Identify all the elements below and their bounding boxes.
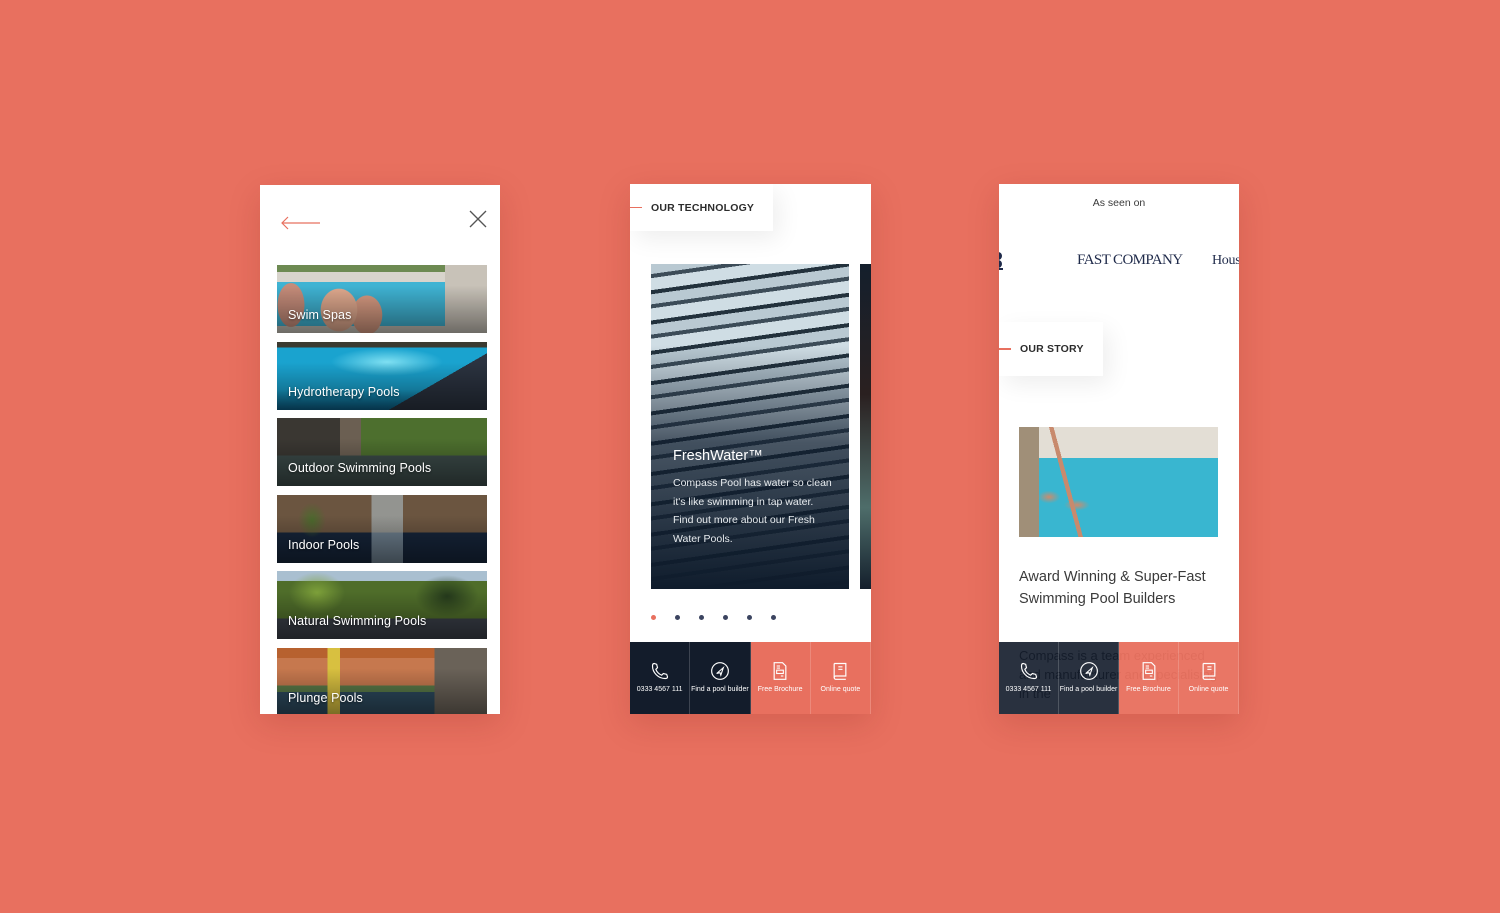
action-label: 0333 4567 111 bbox=[636, 686, 683, 694]
slide-title: FreshWater™ bbox=[673, 448, 763, 464]
accent-dash bbox=[999, 348, 1011, 350]
call-button[interactable]: 0333 4567 111 bbox=[630, 642, 691, 714]
action-label: 0333 4567 111 bbox=[1005, 686, 1052, 694]
menu-item-hydrotherapy-pools[interactable]: Hydrotherapy Pools bbox=[277, 341, 487, 410]
phone-icon bbox=[651, 663, 668, 680]
action-label: Free Brochure bbox=[1126, 686, 1171, 694]
menu-item-swim-spas[interactable]: Swim Spas bbox=[277, 265, 487, 333]
fast-company-logo: FAST COMPANY bbox=[1077, 252, 1183, 268]
carousel-slide-freshwater[interactable]: FreshWater™ Compass Pool has water so cl… bbox=[651, 264, 849, 589]
action-label: Online quote bbox=[820, 686, 861, 694]
carousel-dot-5[interactable] bbox=[747, 615, 752, 620]
action-label: Online quote bbox=[1188, 686, 1229, 694]
action-label: Free Brochure bbox=[757, 686, 803, 694]
bottom-action-bar: 0333 4567 111 Find a pool builder Free B… bbox=[630, 642, 871, 714]
find-pool-builder-button[interactable]: Find a pool builder bbox=[690, 642, 751, 714]
navigation-icon bbox=[1079, 662, 1098, 681]
carousel-pagination bbox=[651, 615, 776, 620]
section-title: OUR TECHNOLOGY bbox=[651, 201, 755, 214]
menu-item-label: Hydrotherapy Pools bbox=[288, 384, 400, 399]
menu-item-plunge-pools[interactable]: Plunge Pools bbox=[277, 647, 487, 714]
menu-item-label: Plunge Pools bbox=[288, 690, 363, 705]
menu-item-label: Outdoor Swimming Pools bbox=[288, 461, 432, 475]
story-heading: Award Winning & Super-Fast Swimming Pool… bbox=[1019, 569, 1206, 607]
book-icon bbox=[833, 663, 847, 681]
menu-item-label: Swim Spas bbox=[288, 308, 352, 322]
carousel-dot-2[interactable] bbox=[675, 615, 680, 620]
book-icon bbox=[1202, 663, 1215, 681]
free-brochure-button[interactable]: Free Brochure bbox=[1119, 642, 1179, 714]
as-seen-on-label: As seen on bbox=[1092, 197, 1146, 209]
menu-item-indoor-pools[interactable]: Indoor Pools bbox=[277, 494, 487, 563]
technology-screen: OUR TECHNOLOGY FreshWater™ Compass Pool … bbox=[630, 184, 871, 714]
action-label: Find a pool builder bbox=[691, 686, 749, 694]
story-screen: As seen on FAST COMPANY House OUR STORY … bbox=[999, 184, 1239, 714]
online-quote-button[interactable]: Online quote bbox=[810, 642, 871, 714]
menu-item-outdoor-swimming-pools[interactable]: Outdoor Swimming Pools bbox=[277, 418, 487, 486]
menu-screen: Swim Spas Hydrotherapy Pools Outdoor Swi… bbox=[260, 185, 500, 714]
menu-item-natural-swimming-pools[interactable]: Natural Swimming Pools bbox=[277, 571, 487, 639]
carousel-dot-1[interactable] bbox=[651, 615, 656, 620]
section-label-tab: OUR STORY bbox=[999, 322, 1103, 376]
call-button[interactable]: 0333 4567 111 bbox=[999, 642, 1059, 714]
menu-item-label: Indoor Pools bbox=[288, 537, 360, 552]
accent-dash bbox=[630, 206, 642, 209]
section-title: OUR STORY bbox=[1020, 343, 1084, 355]
action-label: Find a pool builder bbox=[1059, 686, 1118, 694]
press-logo-partial bbox=[999, 252, 1003, 270]
menu-item-label: Natural Swimming Pools bbox=[288, 614, 427, 628]
back-arrow-icon[interactable] bbox=[280, 215, 322, 231]
brochure-icon bbox=[1142, 662, 1155, 681]
section-label-tab: OUR TECHNOLOGY bbox=[630, 184, 773, 231]
press-logos: FAST COMPANY House bbox=[999, 250, 1239, 270]
brochure-icon bbox=[773, 662, 787, 681]
pool-feet-image bbox=[1019, 427, 1218, 537]
house-logo: House bbox=[1212, 253, 1239, 268]
phone-icon bbox=[1020, 663, 1037, 680]
carousel-dot-4[interactable] bbox=[723, 615, 728, 620]
carousel-dot-3[interactable] bbox=[699, 615, 704, 620]
carousel-slide-next-peek[interactable] bbox=[860, 264, 871, 589]
online-quote-button[interactable]: Online quote bbox=[1179, 642, 1239, 714]
slide-description: Compass Pool has water so clean it's lik… bbox=[673, 477, 832, 546]
navigation-icon bbox=[710, 662, 729, 681]
bottom-action-bar: 0333 4567 111 Find a pool builder Free B… bbox=[999, 642, 1239, 714]
find-pool-builder-button[interactable]: Find a pool builder bbox=[1059, 642, 1119, 714]
pool-type-menu: Swim Spas Hydrotherapy Pools Outdoor Swi… bbox=[277, 265, 487, 714]
free-brochure-button[interactable]: Free Brochure bbox=[750, 642, 811, 714]
carousel-dot-6[interactable] bbox=[771, 615, 776, 620]
close-icon[interactable] bbox=[468, 209, 488, 229]
